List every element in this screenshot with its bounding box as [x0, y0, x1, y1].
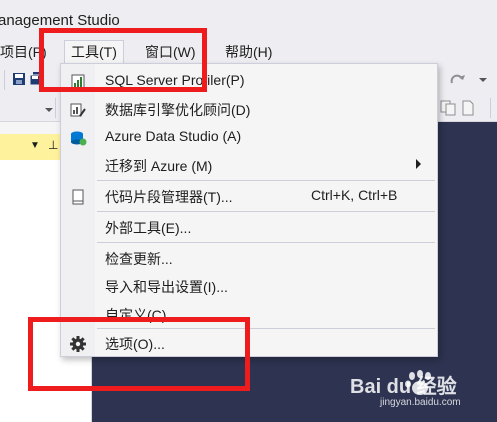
toolbar-separator	[4, 70, 5, 90]
watermark-url: jingyan.baidu.com	[380, 397, 461, 408]
snippet-manager-icon	[72, 189, 84, 205]
copy-icon[interactable]	[440, 100, 456, 116]
save-icon[interactable]	[12, 72, 26, 86]
page-icon[interactable]	[460, 100, 476, 116]
window-title: anagement Studio	[0, 12, 120, 29]
menu-item-azure-data-studio[interactable]: Azure Data Studio (A)	[61, 123, 437, 151]
redo-icon[interactable]	[448, 72, 468, 86]
menu-item-import-export-settings[interactable]: 导入和导出设置(I)...	[61, 272, 437, 300]
azure-data-studio-icon	[71, 131, 87, 146]
menu-separator	[97, 180, 435, 181]
highlight-box-options	[28, 317, 250, 391]
menu-item-label: 外部工具(E)...	[105, 220, 192, 236]
menu-item-label: 代码片段管理器(T)...	[105, 189, 233, 205]
chevron-down-icon[interactable]	[478, 72, 488, 86]
menu-item-check-updates[interactable]: 检查更新...	[61, 244, 437, 272]
menu-item-label: 迁移到 Azure (M)	[105, 158, 213, 174]
menu-item-label: 检查更新...	[105, 251, 173, 267]
menu-separator	[97, 242, 435, 243]
tuning-advisor-icon	[70, 103, 86, 117]
menu-separator	[97, 211, 435, 212]
toolbar-separator	[55, 98, 56, 118]
chevron-down-icon[interactable]	[44, 104, 54, 118]
submenu-arrow-icon	[416, 159, 421, 169]
chevron-down-icon[interactable]: ▼	[30, 140, 40, 151]
tools-dropdown-menu: SQL Server Profiler(P) 数据库引擎优化顾问(D) Azur…	[60, 63, 438, 357]
menu-help[interactable]: 帮助(H)	[219, 40, 278, 64]
toolbar-separator	[490, 98, 491, 118]
menu-item-label: Azure Data Studio (A)	[105, 128, 242, 144]
menu-item-shortcut: Ctrl+K, Ctrl+B	[311, 187, 398, 203]
menu-item-tuning-advisor[interactable]: 数据库引擎优化顾问(D)	[61, 95, 437, 123]
highlight-box-tools-menu	[39, 28, 207, 92]
menu-item-migrate-to-azure[interactable]: 迁移到 Azure (M)	[61, 151, 437, 179]
pin-icon[interactable]: ⊥	[48, 138, 58, 152]
watermark-brand: Bai du 经验	[350, 376, 457, 398]
menu-item-label: 数据库引擎优化顾问(D)	[105, 102, 251, 118]
menu-item-external-tools[interactable]: 外部工具(E)...	[61, 213, 437, 241]
menu-item-snippet-manager[interactable]: 代码片段管理器(T)... Ctrl+K, Ctrl+B	[61, 182, 437, 210]
menu-item-label: 导入和导出设置(I)...	[105, 279, 228, 295]
